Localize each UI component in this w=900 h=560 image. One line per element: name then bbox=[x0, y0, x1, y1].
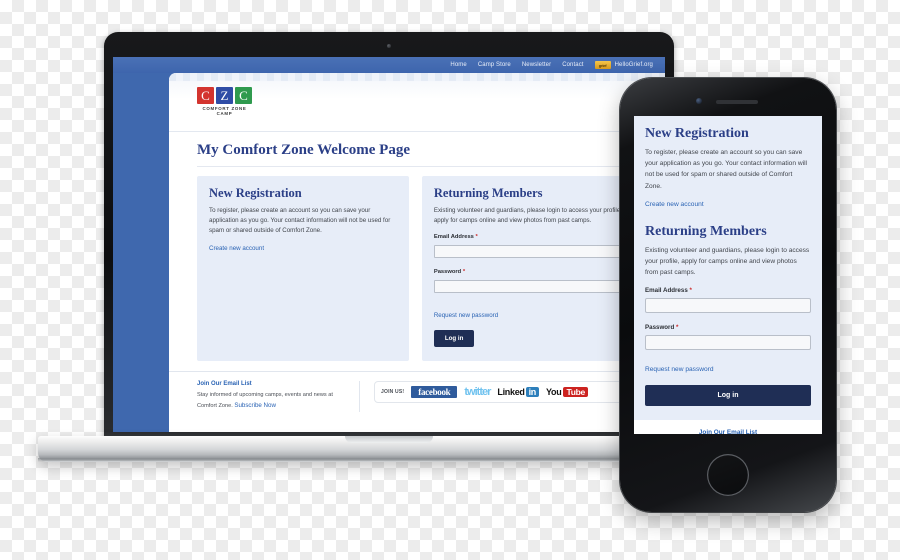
topnav-item-newsletter[interactable]: Newsletter bbox=[522, 62, 551, 68]
webcam-icon bbox=[387, 44, 391, 48]
laptop-lid: Home Camp Store Newsletter Contact grief… bbox=[104, 32, 674, 444]
linkedin-icon[interactable]: Linked in bbox=[497, 387, 540, 398]
request-new-password-link[interactable]: Request new password bbox=[434, 312, 498, 319]
earpiece-speaker-icon bbox=[716, 100, 758, 104]
home-button[interactable] bbox=[707, 454, 749, 496]
email-label-text: Email Address bbox=[433, 234, 474, 241]
youtube-tube-box: Tube bbox=[563, 387, 588, 398]
mobile-email-label-text: Email Address bbox=[645, 287, 688, 295]
mobile-login-button[interactable]: Log in bbox=[645, 385, 811, 407]
youtube-label: You bbox=[546, 387, 562, 398]
email-list-text: Stay informed of upcoming camps, events … bbox=[197, 391, 347, 411]
password-required-mark: * bbox=[462, 269, 466, 276]
mobile-password-required-mark: * bbox=[675, 324, 679, 332]
laptop-screen: Home Camp Store Newsletter Contact grief… bbox=[113, 57, 665, 432]
two-column-layout: New Registration To register, please cre… bbox=[197, 176, 649, 362]
laptop-device: Home Camp Store Newsletter Contact grief… bbox=[38, 32, 740, 462]
logo-caption: COMFORT ZONE CAMP bbox=[202, 106, 247, 116]
mobile-email-field-label: Email Address * bbox=[645, 287, 811, 294]
mobile-password-label-text: Password bbox=[645, 324, 675, 332]
mobile-new-registration-panel: New Registration To register, please cre… bbox=[634, 116, 822, 421]
create-new-account-link[interactable]: Create new account bbox=[209, 245, 264, 252]
password-label-text: Password bbox=[433, 269, 462, 276]
mobile-create-new-account-link[interactable]: Create new account bbox=[645, 201, 704, 208]
page-title: My Comfort Zone Welcome Page bbox=[197, 142, 649, 167]
mobile-request-new-password-link[interactable]: Request new password bbox=[645, 366, 714, 373]
email-input[interactable] bbox=[433, 245, 637, 259]
page-wrapper: My Comfort Zone Welcome Page New Registr… bbox=[169, 132, 665, 362]
join-us-label: JOIN US! bbox=[381, 389, 405, 396]
mobile-new-registration-body: To register, please create an account so… bbox=[645, 149, 808, 190]
site-top-navigation: Home Camp Store Newsletter Contact grief… bbox=[113, 57, 665, 73]
phone-body: New Registration To register, please cre… bbox=[620, 78, 836, 512]
facebook-icon[interactable]: facebook bbox=[411, 386, 458, 399]
email-list-block: Join Our Email List Stay informed of upc… bbox=[197, 381, 360, 412]
new-registration-heading: New Registration bbox=[209, 186, 302, 200]
front-camera-icon bbox=[696, 98, 702, 104]
returning-members-panel: Returning Members Existing volunteer and… bbox=[421, 176, 649, 362]
mobile-email-required-mark: * bbox=[689, 287, 692, 295]
mobile-footer: Join Our Email List bbox=[634, 420, 822, 434]
social-links-box: JOIN US! facebook twitter Linked in You … bbox=[374, 381, 649, 404]
new-registration-body: To register, please create an account so… bbox=[209, 207, 391, 235]
site-content: C Z C COMFORT ZONE CAMP My Comfort Zone … bbox=[169, 73, 665, 432]
mobile-password-field-label: Password * bbox=[645, 324, 811, 331]
topnav-item-hellogrief-label: HelloGrief.org bbox=[614, 62, 653, 68]
website-viewport: Home Camp Store Newsletter Contact grief… bbox=[113, 57, 665, 432]
returning-members-body: Existing volunteer and guardians, please… bbox=[433, 207, 622, 225]
topnav-item-camp-store[interactable]: Camp Store bbox=[478, 62, 511, 68]
site-header-band: C Z C COMFORT ZONE CAMP bbox=[169, 73, 665, 132]
logo-square-z: Z bbox=[216, 87, 233, 104]
subscribe-now-link[interactable]: Subscribe Now bbox=[234, 401, 276, 412]
logo-square-c1: C bbox=[197, 87, 214, 104]
mobile-password-input[interactable] bbox=[645, 335, 811, 351]
czc-logo[interactable]: C Z C COMFORT ZONE CAMP bbox=[197, 87, 252, 116]
returning-members-heading: Returning Members bbox=[433, 186, 543, 200]
mobile-email-list-heading: Join Our Email List bbox=[698, 429, 758, 434]
email-list-heading: Join Our Email List bbox=[197, 381, 252, 388]
hellogrief-logo-icon: grief bbox=[594, 61, 611, 69]
logo-square-c2: C bbox=[235, 87, 252, 104]
email-required-mark: * bbox=[475, 234, 478, 241]
topnav-item-contact[interactable]: Contact bbox=[562, 62, 583, 68]
phone-device: New Registration To register, please cre… bbox=[620, 78, 836, 512]
topnav-item-hellogrief[interactable]: grief HelloGrief.org bbox=[594, 61, 653, 69]
site-footer: Join Our Email List Stay informed of upc… bbox=[169, 371, 665, 412]
czc-logo-squares: C Z C bbox=[197, 87, 252, 104]
phone-screen: New Registration To register, please cre… bbox=[634, 116, 822, 434]
topnav-item-home[interactable]: Home bbox=[450, 62, 466, 68]
twitter-icon[interactable]: twitter bbox=[464, 386, 491, 398]
youtube-icon[interactable]: You Tube bbox=[546, 387, 588, 398]
linkedin-label: Linked bbox=[497, 387, 525, 398]
password-input[interactable] bbox=[433, 280, 637, 294]
mobile-email-input[interactable] bbox=[645, 298, 811, 314]
email-field-label: Email Address * bbox=[434, 234, 637, 240]
mobile-new-registration-heading: New Registration bbox=[645, 126, 749, 141]
new-registration-panel: New Registration To register, please cre… bbox=[197, 176, 409, 362]
laptop-base-notch bbox=[345, 436, 433, 443]
login-button[interactable]: Log in bbox=[433, 330, 475, 348]
linkedin-in-box: in bbox=[525, 387, 540, 398]
password-field-label: Password * bbox=[434, 269, 637, 275]
mobile-returning-members-heading: Returning Members bbox=[645, 223, 767, 239]
mobile-returning-members-body: Existing volunteer and guardians, please… bbox=[645, 246, 810, 277]
